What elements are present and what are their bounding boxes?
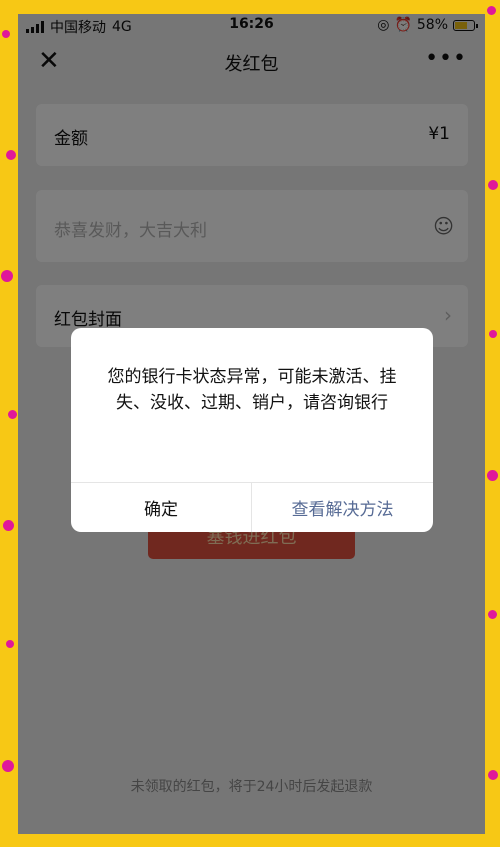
decor-dot [1, 270, 13, 282]
error-dialog: 您的银行卡状态异常，可能未激活、挂失、没收、过期、销户，请咨询银行 确定 查看解… [71, 328, 433, 532]
decor-dot [489, 330, 497, 338]
decor-dot [487, 470, 498, 481]
decor-dot [6, 640, 14, 648]
decor-dot [487, 6, 496, 15]
decor-dot [2, 30, 10, 38]
decor-dot [488, 180, 498, 190]
decor-dot [2, 760, 14, 772]
confirm-button[interactable]: 确定 [71, 482, 251, 532]
decor-dot [8, 410, 17, 419]
phone-screen: 中国移动 4G 16:26 ◎ ⏰ 58% ✕ 发红包 ••• 金额 ¥1 恭喜… [18, 14, 485, 834]
decor-dot [488, 770, 498, 780]
dialog-message: 您的银行卡状态异常，可能未激活、挂失、没收、过期、销户，请咨询银行 [107, 367, 397, 413]
decor-dot [3, 520, 14, 531]
view-solution-button[interactable]: 查看解决方法 [252, 482, 433, 532]
decor-dot [488, 610, 497, 619]
decor-dot [6, 150, 16, 160]
